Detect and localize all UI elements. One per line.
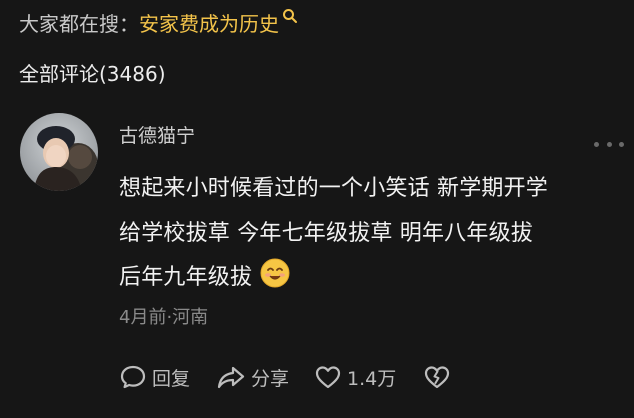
comment-meta: 4月前·河南 (119, 307, 209, 328)
comment-text-line: 给学校拔草 今年七年级拔草 明年八年级拔 (119, 221, 533, 246)
heart-icon (314, 364, 342, 390)
dislike-button[interactable] (423, 364, 451, 390)
smile-emoji-icon (260, 258, 290, 294)
search-suggestion[interactable]: 大家都在搜： 安家费成为历史 (19, 6, 298, 38)
comment-text-line: 想起来小时候看过的一个小笑话 新学期开学 (119, 176, 548, 201)
more-dot-icon (594, 141, 599, 147)
more-dot-icon (606, 141, 612, 147)
broken-heart-icon (423, 364, 451, 390)
comments-header: 全部评论(3486) (19, 62, 166, 86)
reply-icon (119, 364, 147, 390)
more-dot-icon (619, 141, 624, 147)
comment-text-line: 后年九年级拔 (119, 265, 253, 290)
comment-username[interactable]: 古德猫宁 (119, 121, 195, 148)
like-count: 1.4万 (347, 367, 397, 390)
comment-page: 大家都在搜： 安家费成为历史 全部评论(3486) 古德猫宁 想起来小时候看过的… (0, 0, 634, 418)
reply-button[interactable]: 回复 (119, 364, 190, 391)
comment-actions: 回复 分享 1.4万 (119, 362, 451, 392)
avatar[interactable] (20, 113, 98, 191)
more-options-button[interactable] (594, 134, 624, 154)
search-suggestion-term[interactable]: 安家费成为历史 (139, 8, 279, 37)
share-icon (216, 364, 246, 390)
share-button[interactable]: 分享 (216, 364, 289, 391)
reply-label: 回复 (152, 367, 191, 390)
comment-text-line-last: 后年九年级拔 (119, 258, 290, 294)
search-suggestion-prefix: 大家都在搜： (19, 11, 139, 36)
share-label: 分享 (251, 367, 290, 390)
like-button[interactable]: 1.4万 (314, 364, 396, 391)
search-icon[interactable] (282, 5, 298, 29)
